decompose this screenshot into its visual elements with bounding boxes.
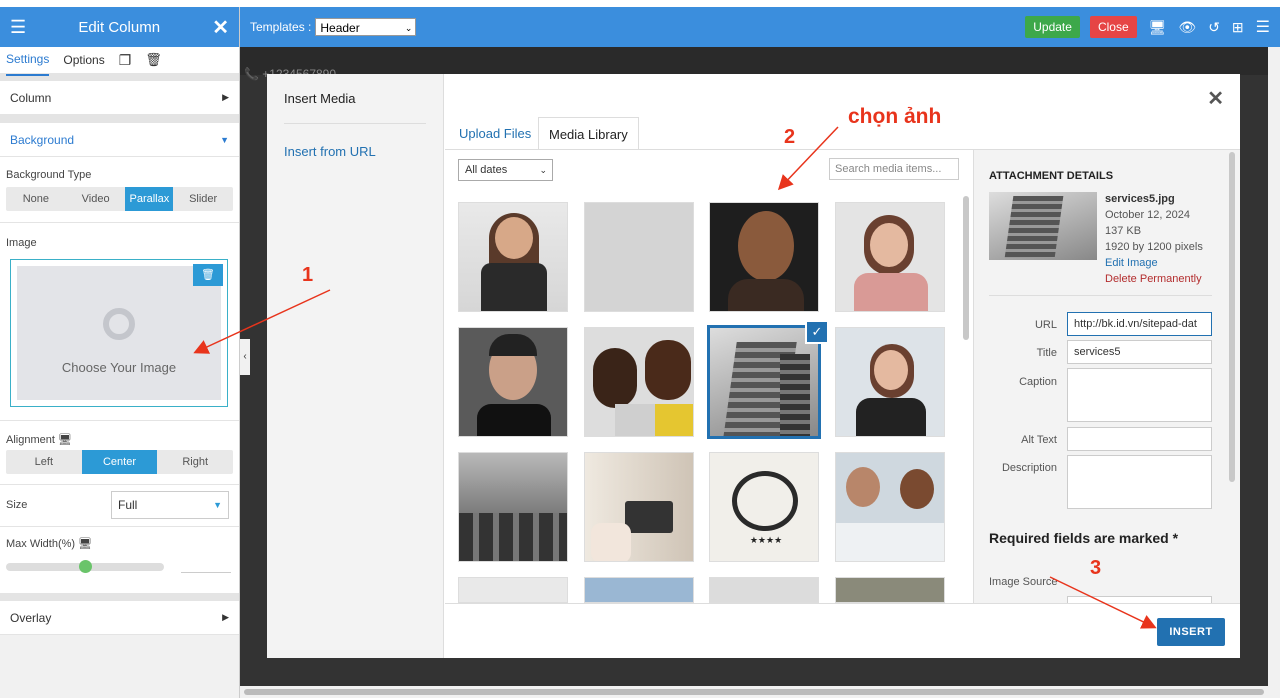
arrow-3 [1049, 576, 1157, 629]
annotation-number-2: 2 [784, 126, 796, 148]
annotation-number-3: 3 [1090, 557, 1102, 579]
annotation-number-1: 1 [302, 264, 314, 286]
tutorial-arrows [193, 126, 1157, 629]
arrow-1 [193, 289, 331, 354]
annotation-chon-anh: chọn ảnh [848, 105, 942, 128]
